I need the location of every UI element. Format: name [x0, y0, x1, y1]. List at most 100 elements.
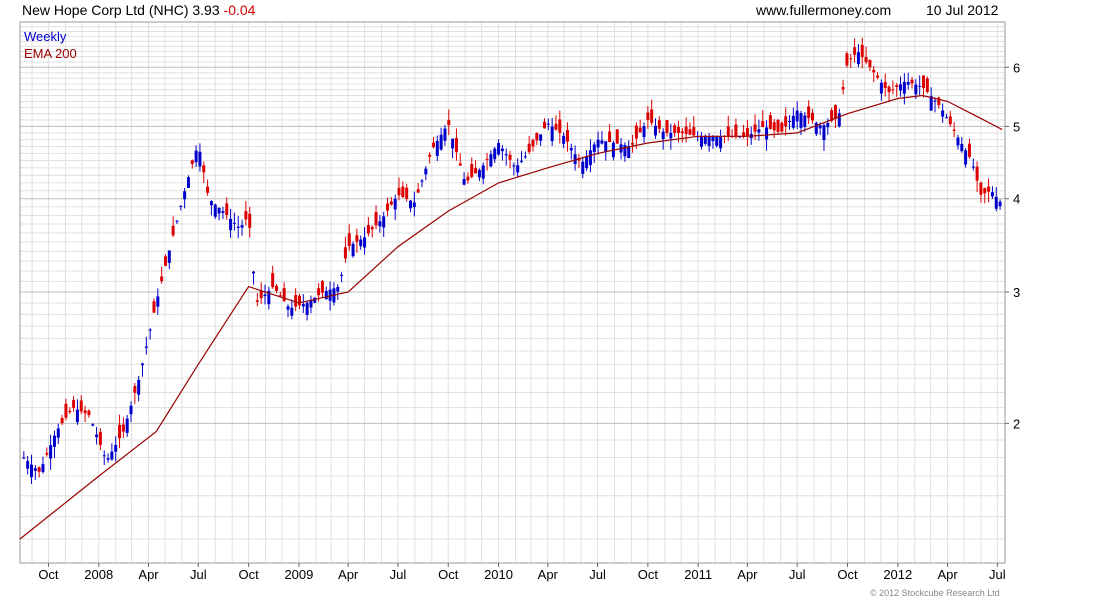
- candle-body: [883, 82, 887, 89]
- candle-body: [726, 126, 730, 137]
- candle-body: [221, 211, 225, 213]
- candle-body: [451, 138, 455, 149]
- candle-body: [186, 177, 190, 188]
- candle-body: [355, 235, 359, 242]
- candle-body: [592, 144, 596, 152]
- candle-body: [910, 79, 914, 84]
- candle-body: [225, 203, 229, 216]
- candle-body: [845, 53, 849, 66]
- candle-body: [137, 379, 141, 395]
- y-tick-label: 3: [1013, 285, 1020, 300]
- candle-body: [876, 75, 880, 78]
- candle-body: [699, 136, 703, 147]
- candle-body: [849, 58, 853, 60]
- candle-body: [554, 123, 558, 130]
- candle-body: [650, 109, 654, 123]
- candle-body: [684, 126, 688, 134]
- candle-body: [864, 57, 868, 63]
- candle-body: [975, 166, 979, 181]
- candle-body: [141, 363, 145, 366]
- candle-body: [692, 127, 696, 136]
- candle-body: [447, 120, 451, 126]
- candle-body: [588, 150, 592, 166]
- x-tick-label: 2009: [284, 567, 313, 582]
- candle-body: [971, 166, 975, 168]
- candle-body: [102, 455, 106, 457]
- candle-body: [389, 201, 393, 205]
- candle-body: [255, 300, 259, 302]
- candle-body: [144, 346, 148, 348]
- x-tick-label: Jul: [989, 567, 1006, 582]
- candle-body: [148, 329, 152, 331]
- candle-body: [500, 148, 504, 152]
- candle-body: [941, 110, 945, 117]
- candle-body: [784, 116, 788, 127]
- candle-body: [933, 100, 937, 102]
- candle-body: [810, 112, 814, 121]
- candle-body: [366, 225, 370, 234]
- candle-body: [761, 121, 765, 128]
- candle-body: [359, 239, 363, 247]
- candle-body: [841, 87, 845, 90]
- candle-body: [474, 168, 478, 174]
- candle-body: [734, 124, 738, 137]
- candle-body: [83, 410, 87, 414]
- candle-body: [780, 122, 784, 132]
- candle-body: [405, 187, 409, 199]
- candle-body: [79, 400, 83, 412]
- x-tick-label: Jul: [589, 567, 606, 582]
- candle-body: [466, 176, 470, 181]
- candle-body: [956, 137, 960, 146]
- candle-body: [297, 295, 301, 306]
- candle-body: [26, 461, 30, 469]
- x-tick-label: 2008: [84, 567, 113, 582]
- candle-body: [665, 120, 669, 133]
- candle-body: [638, 127, 642, 133]
- candle-body: [967, 143, 971, 157]
- candle-body: [121, 424, 125, 432]
- candle-body: [454, 137, 458, 153]
- candle-body: [156, 296, 160, 307]
- x-axis: Oct 2008 Apr Jul Oct 2009 Apr Jul Oct 2010 Apr Jul O…: [38, 563, 1006, 582]
- candle-body: [925, 78, 929, 93]
- candle-body: [125, 418, 129, 433]
- candle-body: [179, 205, 183, 207]
- candle-body: [581, 161, 585, 174]
- candle-body: [615, 129, 619, 144]
- candle-body: [340, 274, 344, 276]
- candle-body: [489, 154, 493, 167]
- candle-body: [707, 136, 711, 147]
- candle-body: [282, 288, 286, 302]
- candle-body: [416, 189, 420, 193]
- candle-body: [458, 163, 462, 166]
- candle-body: [370, 226, 374, 230]
- candle-body: [879, 82, 883, 94]
- candle-body: [91, 424, 95, 426]
- x-tick-label: Jul: [789, 567, 806, 582]
- candle-body: [129, 405, 133, 415]
- candle-body: [431, 142, 435, 148]
- candle-body: [715, 136, 719, 146]
- candle-body: [75, 409, 79, 423]
- candle-body: [240, 225, 244, 228]
- candle-body: [565, 130, 569, 142]
- candle-body: [948, 116, 952, 125]
- candle-body: [742, 132, 746, 137]
- candle-body: [895, 85, 899, 88]
- candle-body: [960, 143, 964, 152]
- legend-ema: EMA 200: [24, 46, 77, 61]
- candle-body: [990, 192, 994, 197]
- candle-body: [512, 165, 516, 167]
- candle-body: [703, 136, 707, 144]
- candle-body: [788, 121, 792, 123]
- candle-body: [424, 168, 428, 175]
- candle-body: [669, 132, 673, 139]
- candle-body: [343, 247, 347, 259]
- candle-body: [585, 155, 589, 169]
- x-tick-label: 2011: [684, 567, 712, 582]
- candle-body: [301, 304, 305, 307]
- candle-body: [171, 225, 175, 236]
- candle-body: [202, 165, 206, 173]
- candle-body: [623, 145, 627, 157]
- candle-body: [523, 156, 527, 158]
